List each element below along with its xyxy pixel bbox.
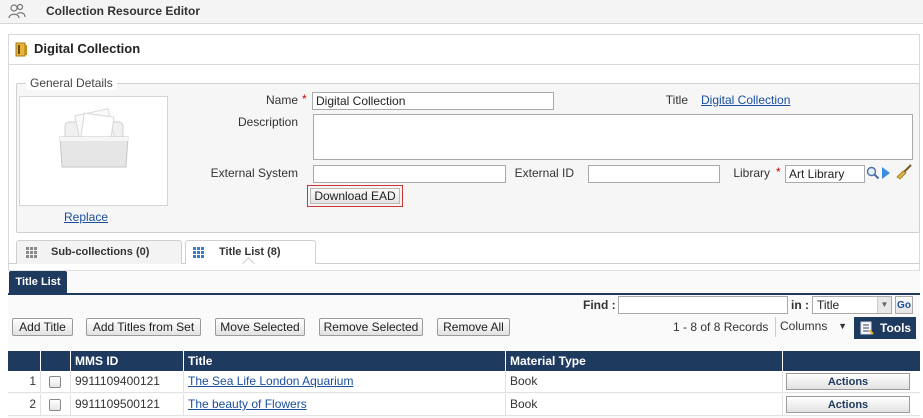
header-select — [40, 351, 70, 371]
in-label: in : — [791, 298, 809, 312]
tools-label: Tools — [880, 321, 912, 335]
records-count: 1 - 8 of 8 Records — [673, 320, 769, 334]
tab-sub-collections[interactable]: Sub-collections (0) — [16, 240, 182, 264]
find-in-value: Title — [817, 298, 840, 312]
name-input[interactable] — [312, 92, 554, 110]
general-details-legend: General Details — [26, 76, 117, 90]
library-required-mark: * — [776, 165, 781, 179]
table-row: 1 9911109400121 The Sea Life London Aqua… — [8, 371, 920, 393]
row-title-cell: The beauty of Flowers — [183, 394, 505, 416]
collection-icon — [8, 3, 26, 19]
play-arrow-icon[interactable] — [881, 166, 891, 180]
broom-clear-icon[interactable] — [895, 164, 913, 180]
download-ead-button[interactable]: Download EAD — [310, 188, 400, 204]
row-title-cell: The Sea Life London Aquarium — [183, 371, 505, 393]
subtab-underline — [8, 293, 920, 295]
row-material-type: Book — [505, 394, 782, 416]
add-titles-from-set-button[interactable]: Add Titles from Set — [86, 318, 201, 336]
download-ead-highlight: Download EAD — [307, 185, 403, 207]
columns-label: Columns — [780, 319, 828, 333]
tab-title-list-label: Title List (8) — [219, 246, 281, 258]
tools-button[interactable]: Tools — [854, 317, 916, 339]
header-title[interactable]: Title — [183, 351, 505, 371]
description-label: Description — [237, 115, 298, 129]
header-material-type[interactable]: Material Type — [505, 351, 782, 371]
row-material-type: Book — [505, 371, 782, 393]
external-id-input[interactable] — [588, 165, 720, 183]
row-title-link[interactable]: The Sea Life London Aquarium — [188, 374, 353, 388]
external-system-input[interactable] — [313, 165, 506, 183]
chevron-down-icon: ▼ — [877, 297, 891, 313]
app-title: Collection Resource Editor — [46, 4, 201, 18]
title-label: Title — [665, 93, 688, 107]
row-actions-cell: Actions — [782, 371, 920, 393]
row-checkbox[interactable] — [49, 399, 61, 411]
grid-icon — [26, 247, 37, 258]
table-row: 2 9911109500121 The beauty of Flowers Bo… — [8, 394, 920, 416]
remove-selected-button[interactable]: Remove Selected — [319, 318, 423, 336]
find-in-select[interactable]: Title ▼ — [812, 296, 892, 314]
collection-thumbnail — [19, 96, 168, 206]
tab-sub-collections-label: Sub-collections (0) — [51, 246, 150, 258]
row-number: 1 — [29, 374, 36, 388]
row-actions-button[interactable]: Actions — [786, 396, 910, 413]
top-bar: Collection Resource Editor — [0, 0, 923, 24]
header-mms-id[interactable]: MMS ID — [70, 351, 183, 371]
library-label: Library — [733, 166, 770, 180]
row-select-cell — [40, 371, 70, 393]
library-input[interactable] — [785, 165, 865, 183]
find-label: Find : — [583, 298, 616, 312]
move-selected-button[interactable]: Move Selected — [215, 318, 305, 336]
replace-link[interactable]: Replace — [64, 210, 108, 224]
external-system-label: External System — [210, 166, 298, 180]
go-button[interactable]: Go — [895, 296, 913, 314]
row-mms-id: 9911109400121 — [70, 371, 183, 393]
title-link[interactable]: Digital Collection — [701, 93, 790, 107]
row-select-cell — [40, 394, 70, 416]
row-mms-id: 9911109500121 — [70, 394, 183, 416]
name-required-mark: * — [302, 92, 307, 106]
caret-down-icon: ▼ — [838, 321, 847, 331]
page-header: Digital Collection — [8, 34, 920, 64]
find-input[interactable] — [618, 296, 788, 314]
name-label: Name — [265, 93, 298, 107]
remove-all-button[interactable]: Remove All — [437, 318, 510, 336]
columns-dropdown[interactable]: Columns ▼ — [775, 317, 851, 337]
external-id-label: External ID — [514, 166, 574, 180]
collection-book-icon — [15, 42, 27, 57]
row-actions-button[interactable]: Actions — [786, 373, 910, 390]
description-textarea[interactable] — [313, 114, 913, 160]
row-actions-cell: Actions — [782, 394, 920, 416]
add-title-button[interactable]: Add Title — [12, 318, 73, 336]
header-actions — [782, 351, 920, 371]
tools-icon — [860, 321, 874, 335]
search-icon[interactable] — [866, 166, 880, 180]
row-title-link[interactable]: The beauty of Flowers — [188, 397, 307, 411]
subtab-title-list[interactable]: Title List — [9, 271, 67, 293]
folder-image-icon — [59, 108, 129, 168]
row-number: 2 — [29, 397, 36, 411]
grid-icon — [193, 247, 204, 258]
row-checkbox[interactable] — [49, 376, 61, 388]
page-title: Digital Collection — [34, 41, 141, 56]
